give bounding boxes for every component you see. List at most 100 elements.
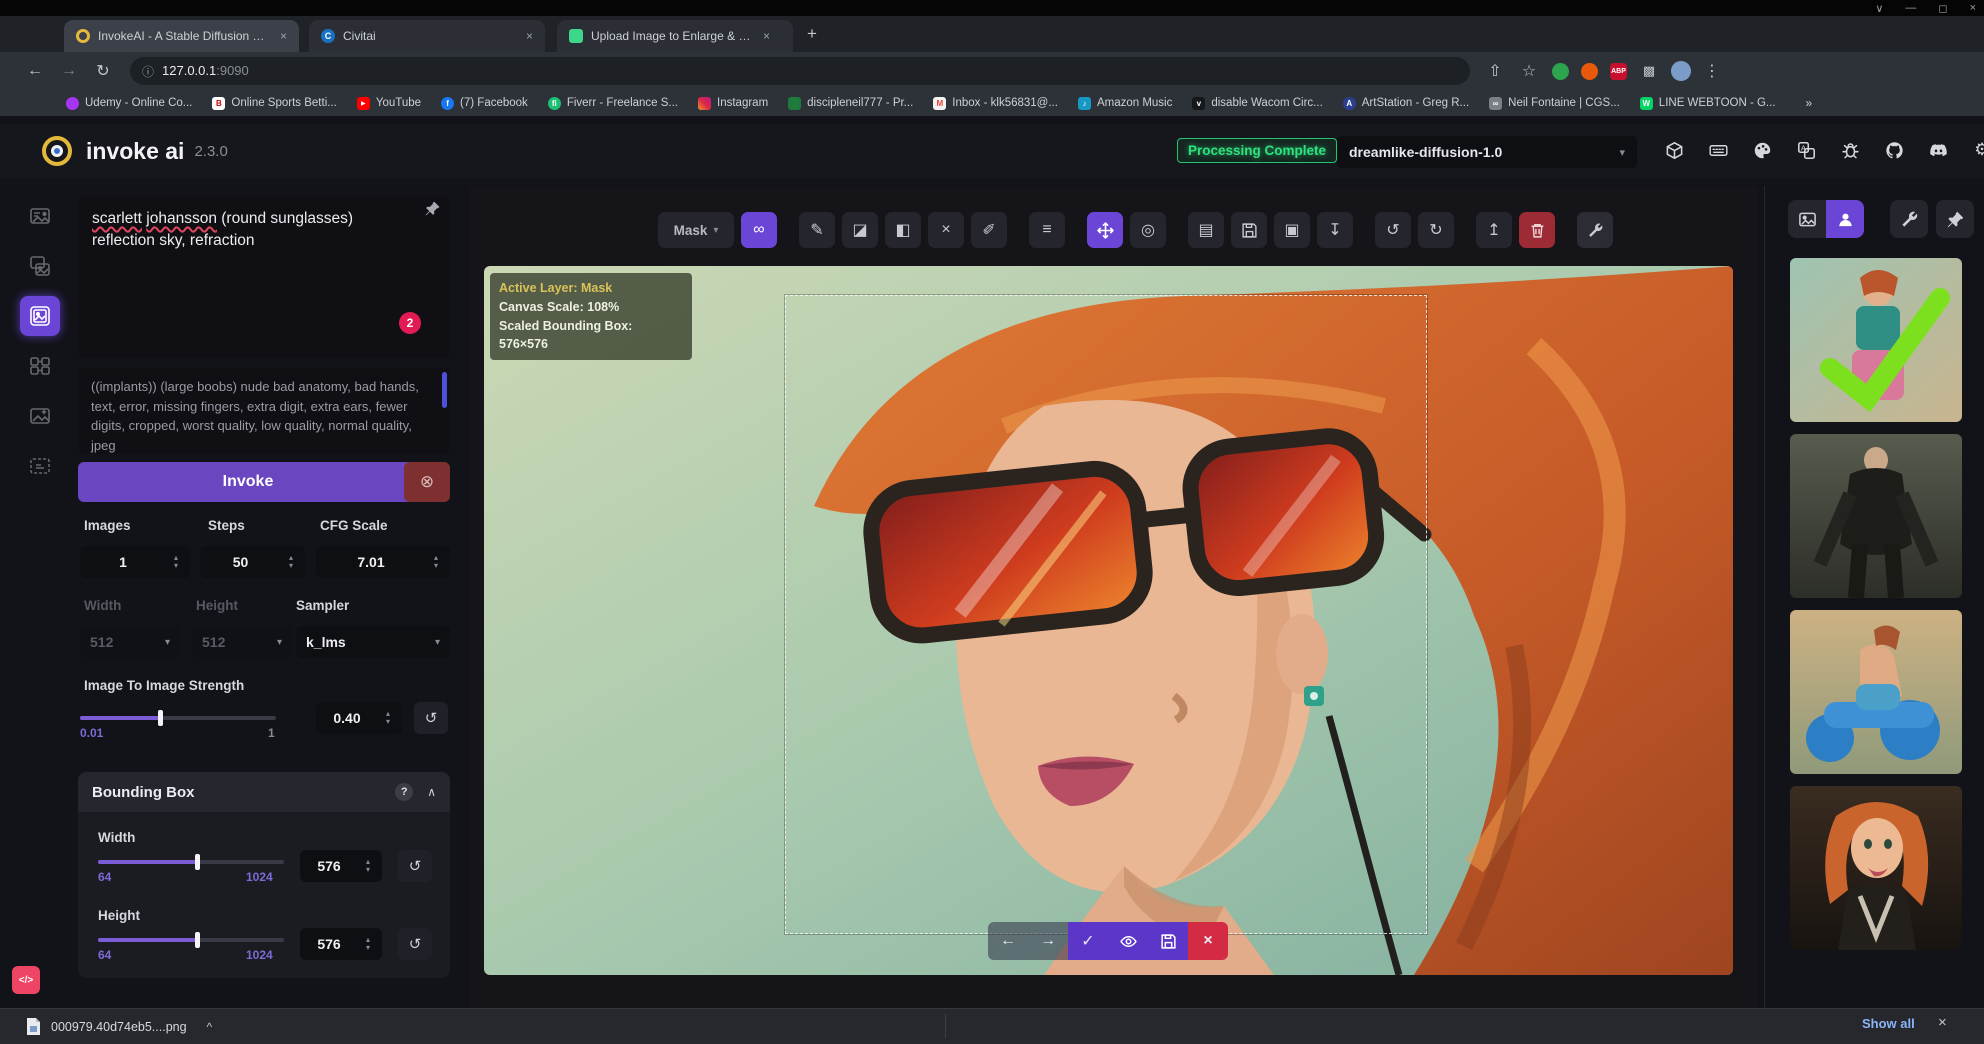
- bookmark-artstation[interactable]: AArtStation - Greg R...: [1343, 97, 1469, 110]
- gallery-thumbnail-4[interactable]: [1790, 786, 1962, 950]
- bookmark-fiverr[interactable]: fiFiverr - Freelance S...: [548, 97, 678, 110]
- negative-prompt-scrollbar[interactable]: [442, 372, 447, 408]
- download-item[interactable]: 000979.40d74eb5....png ^: [26, 1018, 212, 1035]
- tab-training[interactable]: [20, 446, 60, 486]
- bookmarks-overflow-icon[interactable]: »: [1806, 96, 1813, 110]
- bookmark-webtoon[interactable]: WLINE WEBTOON - G...: [1640, 97, 1776, 110]
- eraser-tool-button[interactable]: ◪: [842, 212, 878, 248]
- tab-invokeai[interactable]: InvokeAI - A Stable Diffusion Too ×: [64, 20, 299, 52]
- bookmark-facebook[interactable]: f(7) Facebook: [441, 97, 528, 110]
- stepper-icons[interactable]: ▴▾: [166, 554, 186, 570]
- tab-close-icon[interactable]: ×: [763, 29, 770, 43]
- bbox-height-input[interactable]: 576 ▴▾: [300, 928, 382, 960]
- address-bar[interactable]: ⓘ 127.0.0.1:9090: [130, 57, 1470, 85]
- upload-button[interactable]: ↥: [1476, 212, 1512, 248]
- merge-visible-button[interactable]: ▤: [1188, 212, 1224, 248]
- prompt-textarea[interactable]: scarlett johansson (round sunglasses)ref…: [78, 196, 450, 358]
- stepper-icons[interactable]: ▴▾: [358, 858, 378, 874]
- cfg-scale-input[interactable]: 7.01 ▴▾: [316, 546, 450, 578]
- profile-avatar[interactable]: [1671, 61, 1691, 81]
- bookmark-inbox[interactable]: MInbox - klk56831@...: [933, 97, 1058, 110]
- bookmark-udemy[interactable]: Udemy - Online Co...: [66, 97, 192, 110]
- tab-nodes[interactable]: [20, 346, 60, 386]
- save-to-gallery-button[interactable]: [1231, 212, 1267, 248]
- brush-options-button[interactable]: ≡: [1029, 212, 1065, 248]
- bbox-width-slider[interactable]: [98, 860, 284, 864]
- window-maximize-icon[interactable]: ◻: [1938, 2, 1947, 15]
- bookmark-amazon-music[interactable]: ♪Amazon Music: [1078, 97, 1172, 110]
- bookmark-youtube[interactable]: ▶YouTube: [357, 97, 421, 110]
- pin-panel-icon[interactable]: [424, 200, 441, 222]
- extensions-puzzle-icon[interactable]: ▩: [1639, 63, 1659, 79]
- i2i-reset-button[interactable]: ↺: [414, 702, 448, 734]
- previous-image-button[interactable]: ←: [988, 922, 1028, 960]
- next-image-button[interactable]: →: [1028, 922, 1068, 960]
- bookmark-neil-fontaine[interactable]: ∞Neil Fontaine | CGS...: [1489, 97, 1620, 110]
- back-icon[interactable]: ←: [18, 62, 52, 80]
- copy-to-clipboard-button[interactable]: ▣: [1274, 212, 1310, 248]
- gallery-results-tab[interactable]: [1826, 200, 1864, 238]
- tab-unified-canvas[interactable]: [20, 296, 60, 336]
- tab-upload-image[interactable]: Upload Image to Enlarge & Enla ×: [557, 20, 793, 52]
- gallery-settings-button[interactable]: [1890, 200, 1928, 238]
- bbox-height-slider[interactable]: [98, 938, 284, 942]
- tab-close-icon[interactable]: ×: [280, 29, 287, 43]
- mask-options-button[interactable]: ∞: [741, 212, 777, 248]
- bounding-box-header[interactable]: Bounding Box ? ∧: [78, 772, 450, 812]
- toggle-preview-button[interactable]: [1108, 922, 1148, 960]
- canvas-settings-button[interactable]: [1577, 212, 1613, 248]
- gallery-thumbnail-1-selected[interactable]: [1790, 258, 1962, 422]
- forward-icon[interactable]: →: [52, 62, 86, 80]
- model-select[interactable]: dreamlike-diffusion-1.0 ▾: [1337, 136, 1637, 168]
- brush-tool-button[interactable]: ✎: [799, 212, 835, 248]
- window-close-icon[interactable]: ×: [1970, 2, 1976, 15]
- i2i-strength-slider[interactable]: [80, 716, 276, 720]
- sampler-select[interactable]: k_lms▾: [296, 626, 450, 658]
- hotkeys-keyboard-icon[interactable]: [1706, 138, 1730, 162]
- clear-canvas-button[interactable]: [1519, 212, 1555, 248]
- width-select[interactable]: 512▾: [80, 626, 180, 658]
- layer-select[interactable]: Mask▾: [658, 212, 734, 248]
- stepper-icons[interactable]: ▴▾: [358, 936, 378, 952]
- tab-post-processing[interactable]: [20, 396, 60, 436]
- reload-icon[interactable]: ↻: [86, 61, 120, 81]
- bbox-width-input[interactable]: 576 ▴▾: [300, 850, 382, 882]
- extension-icon-orange[interactable]: [1581, 63, 1598, 80]
- browser-menu-icon[interactable]: ⋮: [1703, 61, 1721, 81]
- new-tab-button[interactable]: +: [807, 24, 817, 44]
- model-manager-cube-icon[interactable]: [1662, 138, 1686, 162]
- bookmark-star-icon[interactable]: ☆: [1518, 61, 1540, 81]
- accept-image-button[interactable]: ✓: [1068, 922, 1108, 960]
- download-image-button[interactable]: ↧: [1317, 212, 1353, 248]
- gallery-pin-button[interactable]: [1936, 200, 1974, 238]
- github-icon[interactable]: [1882, 138, 1906, 162]
- invoke-button[interactable]: Invoke: [78, 462, 418, 502]
- theme-palette-icon[interactable]: [1750, 138, 1774, 162]
- fill-bounding-box-button[interactable]: ◧: [885, 212, 921, 248]
- bookmark-wacom[interactable]: vdisable Wacom Circ...: [1192, 97, 1322, 110]
- site-info-icon[interactable]: ⓘ: [142, 63, 154, 80]
- discard-image-button[interactable]: ×: [1188, 922, 1228, 960]
- stepper-icons[interactable]: ▴▾: [426, 554, 446, 570]
- collapse-chevron-icon[interactable]: ∧: [427, 785, 436, 799]
- console-toggle-button[interactable]: </>: [12, 966, 40, 994]
- cancel-button[interactable]: ⊗: [404, 462, 450, 502]
- images-input[interactable]: 1 ▴▾: [80, 546, 190, 578]
- bookmark-sports-betting[interactable]: BOnline Sports Betti...: [212, 97, 336, 110]
- color-picker-button[interactable]: ✐: [971, 212, 1007, 248]
- discord-icon[interactable]: [1926, 138, 1950, 162]
- tab-text-to-image[interactable]: [20, 196, 60, 236]
- adblock-extension-icon[interactable]: ABP: [1610, 63, 1627, 80]
- help-icon[interactable]: ?: [395, 783, 413, 801]
- download-caret-icon[interactable]: ^: [207, 1020, 213, 1034]
- gallery-images-tab[interactable]: [1788, 200, 1826, 238]
- tab-image-to-image[interactable]: [20, 246, 60, 286]
- bug-report-icon[interactable]: [1838, 138, 1862, 162]
- extension-icon-green[interactable]: [1552, 63, 1569, 80]
- negative-prompt-textarea[interactable]: ((implants)) (large boobs) nude bad anat…: [78, 368, 450, 454]
- tab-close-icon[interactable]: ×: [526, 29, 533, 43]
- window-minimize-icon[interactable]: —: [1905, 2, 1916, 15]
- undo-button[interactable]: ↺: [1375, 212, 1411, 248]
- redo-button[interactable]: ↻: [1418, 212, 1454, 248]
- downloads-close-icon[interactable]: ×: [1938, 1014, 1947, 1031]
